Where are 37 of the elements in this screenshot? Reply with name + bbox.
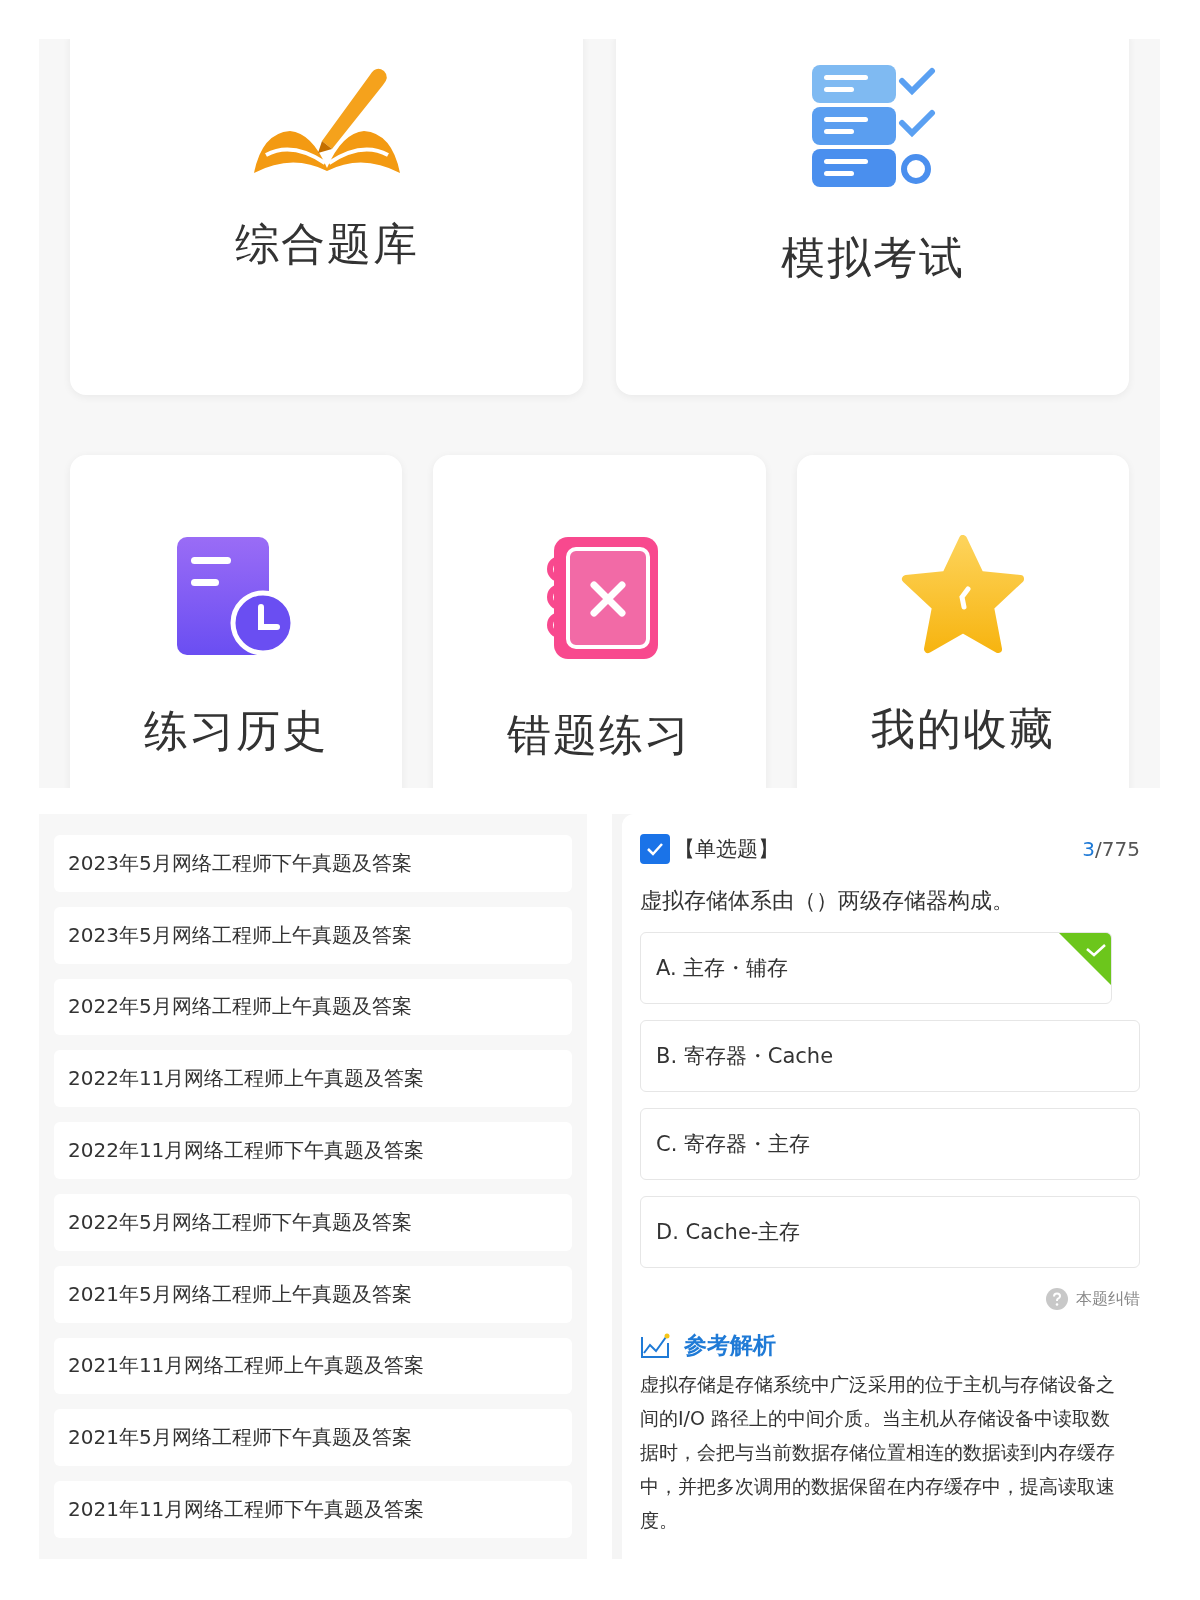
exam-list-item[interactable]: 2021年11月网络工程师下午真题及答案	[54, 1481, 572, 1538]
check-icon	[646, 842, 664, 856]
report-error-link[interactable]: 本题纠错	[1076, 1288, 1140, 1310]
exam-list-item[interactable]: 2021年5月网络工程师下午真题及答案	[54, 1409, 572, 1467]
question-checkbox[interactable]	[640, 834, 670, 864]
correct-corner-icon	[1059, 933, 1111, 985]
menu-card[interactable]: 我的收藏	[796, 455, 1129, 788]
exam-list-item[interactable]: 2022年11月网络工程师上午真题及答案	[54, 1050, 572, 1108]
answer-option[interactable]: C. 寄存器・主存	[640, 1108, 1140, 1180]
answer-option[interactable]: B. 寄存器・Cache	[640, 1020, 1140, 1092]
menu-card[interactable]: 错题练习	[433, 455, 766, 788]
exam-list-item[interactable]: 2021年5月网络工程师上午真题及答案	[54, 1265, 572, 1323]
total-count: /775	[1095, 837, 1140, 861]
question-type: 【单选题】	[674, 836, 779, 863]
menu-card-label: 综合题库	[234, 217, 419, 271]
menu-card[interactable]: 综合题库	[70, 39, 583, 395]
exam-list-item[interactable]: 2023年5月网络工程师下午真题及答案	[54, 835, 572, 892]
answer-option[interactable]: A. 主存・辅存	[640, 932, 1112, 1004]
menu-card-label: 我的收藏	[870, 702, 1055, 756]
chart-icon	[640, 1332, 670, 1359]
exam-list-item[interactable]: 2022年5月网络工程师下午真题及答案	[54, 1194, 572, 1251]
analysis-title: 参考解析	[684, 1331, 776, 1360]
menu-card-label: 错题练习	[507, 708, 692, 762]
analysis-text: 虚拟存储是存储系统中广泛采用的位于主机与存储设备之间的I/O 路径上的中间介质。当主机从存储设备中读取数据时，会把与当前数据存储位置相连的数据读到内存缓存中，并把多次调用的数据保留在内存缓存中，提高读取速度。	[640, 1372, 1116, 1533]
answer-option[interactable]: D. Cache-主存	[640, 1196, 1140, 1268]
menu-card-label: 模拟考试	[780, 231, 965, 285]
exam-list-item[interactable]: 2022年11月网络工程师下午真题及答案	[54, 1122, 572, 1179]
exam-list-item[interactable]: 2021年11月网络工程师上午真题及答案	[54, 1337, 572, 1395]
checklist-icon	[809, 63, 936, 189]
exam-list-item[interactable]: 2022年5月网络工程师上午真题及答案	[54, 978, 572, 1036]
question-text: 虚拟存储体系由（）两级存储器构成。	[640, 887, 1015, 915]
star-icon	[899, 535, 1026, 655]
exam-list-item[interactable]: 2023年5月网络工程师上午真题及答案	[54, 906, 572, 964]
menu-card[interactable]: 练习历史	[70, 455, 403, 788]
menu-card-label: 练习历史	[144, 704, 329, 758]
menu-card[interactable]: 模拟考试	[616, 39, 1129, 395]
current-number: 3	[1082, 837, 1096, 861]
